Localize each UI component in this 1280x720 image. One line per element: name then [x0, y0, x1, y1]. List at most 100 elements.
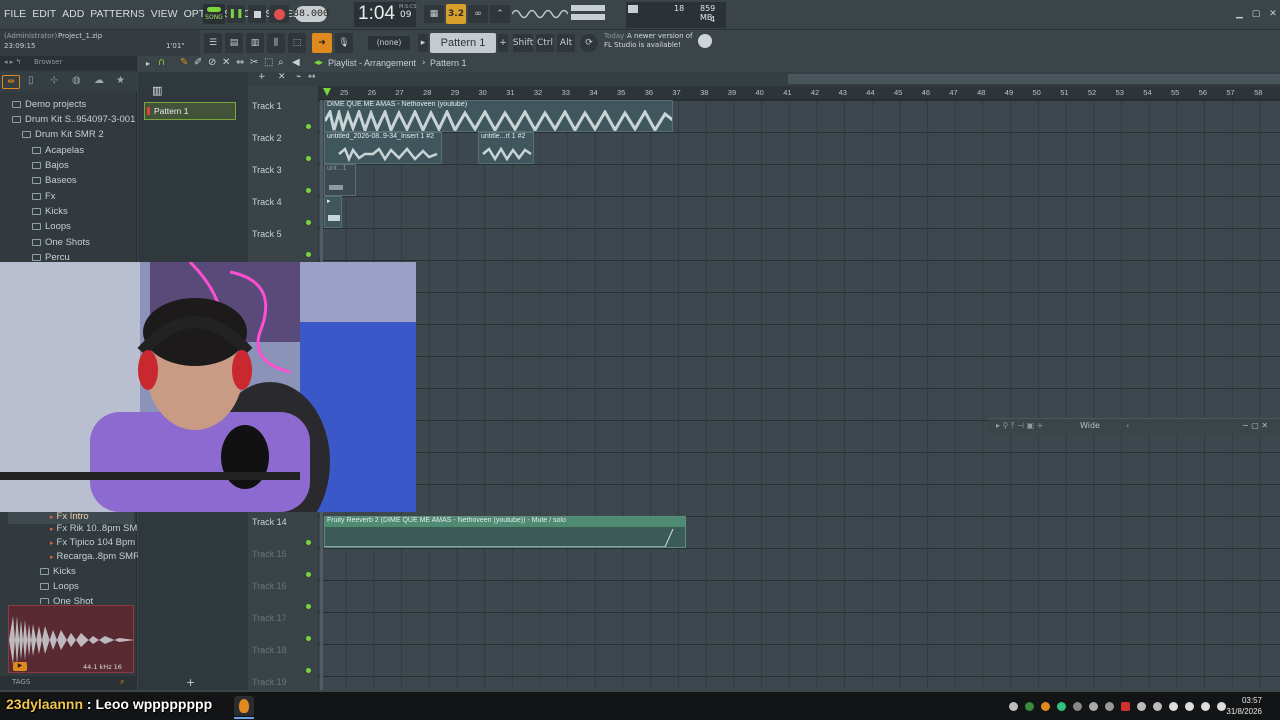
- playback-tool-icon[interactable]: ◀: [292, 57, 300, 68]
- browser-button[interactable]: ➜: [312, 33, 332, 53]
- clipboard-icon[interactable]: ▯: [28, 75, 34, 86]
- track-18-mute-led[interactable]: [306, 668, 311, 673]
- mixer-dropdown-icon[interactable]: ‹: [1126, 421, 1129, 430]
- add-track-icon[interactable]: +: [258, 72, 266, 82]
- track-1-label[interactable]: Track 1: [252, 101, 282, 111]
- mixer-button[interactable]: ⫼: [267, 33, 285, 53]
- maximize-icon[interactable]: ▢: [1252, 9, 1261, 19]
- channel-rack-button[interactable]: ▥: [246, 33, 264, 53]
- track-1-mute-led[interactable]: [306, 124, 311, 129]
- tray-app-icon[interactable]: [1025, 702, 1034, 711]
- tree-item-one-shot[interactable]: One Shot: [40, 596, 93, 604]
- battery-icon[interactable]: [1201, 702, 1210, 711]
- track-15-mute-led[interactable]: [306, 572, 311, 577]
- tray-app-icon[interactable]: [1041, 702, 1050, 711]
- select-tool-icon[interactable]: ⬚: [264, 57, 273, 68]
- fl-studio-taskbar-icon[interactable]: [234, 696, 254, 716]
- pattern-prev-button[interactable]: ▸: [418, 34, 428, 52]
- keyboard-layout-icon[interactable]: [1185, 702, 1194, 711]
- time-overview-bar[interactable]: [318, 72, 1280, 86]
- tray-app-icon[interactable]: [1073, 702, 1082, 711]
- remove-icon[interactable]: ✕: [278, 72, 286, 82]
- breadcrumb-pattern[interactable]: Pattern 1: [430, 58, 467, 68]
- audio-clip-track4[interactable]: ▸: [324, 196, 342, 228]
- audio-clip-track1[interactable]: DIME QUE ME AMAS - Nethoveen (youtube): [324, 100, 673, 132]
- track-16-label[interactable]: Track 16: [252, 581, 287, 591]
- mixer-tool-icons[interactable]: ▸ ⚲ ⤒ ⊣ ▣ +: [996, 421, 1043, 431]
- tray-app-icon[interactable]: [1009, 702, 1018, 711]
- shift-key-button[interactable]: Shift: [513, 34, 533, 52]
- plugin-database-icon[interactable]: ⊹: [50, 75, 58, 86]
- audio-clip-track2b[interactable]: untitle...rt 1 #2: [478, 132, 534, 164]
- automation-clip-track14[interactable]: Fruity Reeverb 2 (DIME QUE ME AMAS - Net…: [324, 516, 686, 548]
- track-14-label[interactable]: Track 14: [252, 517, 287, 527]
- track-5-label[interactable]: Track 5: [252, 229, 282, 239]
- master-volume-slider[interactable]: [571, 5, 605, 11]
- zoom-tool-icon[interactable]: ⌕: [278, 57, 284, 68]
- timeline-ruler[interactable]: 25 26 27 28 29 30 31 32 33 34 35 36 37 38 39 40 41 42 43 44…: [318, 86, 1280, 100]
- playlist-menu-arrow-icon[interactable]: ▸: [146, 59, 150, 68]
- news-text-line1[interactable]: A newer version of: [627, 32, 693, 40]
- paint-tool-icon[interactable]: ✐: [194, 57, 202, 68]
- piano-icon[interactable]: ▥: [152, 84, 162, 97]
- tray-app-icon[interactable]: [1057, 702, 1066, 711]
- menu-view[interactable]: VIEW: [151, 8, 178, 20]
- blend-notes-button[interactable]: ∞: [468, 5, 488, 23]
- typing-keyboard-button[interactable]: ▦: [424, 5, 444, 23]
- mixer-preset-label[interactable]: Wide: [1080, 421, 1100, 430]
- pat-song-toggle[interactable]: SONG: [203, 4, 225, 24]
- plugin-picker-button[interactable]: ⬚: [288, 33, 306, 53]
- pencil-tool-icon[interactable]: ✎: [180, 57, 188, 68]
- menu-edit[interactable]: EDIT: [32, 8, 56, 20]
- arrangement-grid[interactable]: [318, 86, 1280, 690]
- channel-selector[interactable]: (none): [368, 36, 410, 50]
- record-button[interactable]: [269, 5, 289, 23]
- track-3-label[interactable]: Track 3: [252, 165, 282, 175]
- mute-tool-icon[interactable]: ✕: [222, 57, 230, 68]
- slice-tool-icon[interactable]: ✂: [250, 57, 258, 68]
- tree-item-fx-intro[interactable]: ▸ Fx Intro: [50, 511, 89, 522]
- network-icon[interactable]: [1153, 702, 1162, 711]
- playlist-window-button[interactable]: ☰: [204, 33, 222, 53]
- sample-preview[interactable]: ▶ 44.1 kHz 16: [8, 605, 134, 673]
- tree-item-drum-kit-smr2[interactable]: Drum Kit SMR 2: [22, 129, 104, 140]
- volume-icon[interactable]: [1169, 702, 1178, 711]
- track-3-mute-led[interactable]: [306, 188, 311, 193]
- preview-play-icon[interactable]: ▶: [13, 662, 27, 671]
- play-pause-button[interactable]: ❚❚: [227, 5, 245, 23]
- add-pattern-button[interactable]: +: [498, 34, 508, 52]
- tree-item-acapelas[interactable]: Acapelas: [32, 145, 84, 156]
- track-4-label[interactable]: Track 4: [252, 197, 282, 207]
- audio-clip-track2a[interactable]: untitled_2026-08..9-34_Insert 1 #2: [324, 132, 442, 164]
- ctrl-key-button[interactable]: Ctrl: [536, 34, 554, 52]
- master-pitch-slider[interactable]: [571, 14, 605, 20]
- tree-item-fx-rik[interactable]: ▸ Fx Rik 10..8pm SMR: [50, 523, 144, 534]
- audio-clip-track3[interactable]: unt...1: [324, 164, 356, 196]
- mixer-window-controls[interactable]: − ▢ ✕: [1242, 421, 1268, 430]
- tray-app-icon[interactable]: [1121, 702, 1130, 711]
- browser-nav-icons[interactable]: ◂ ▸ ↰: [4, 58, 21, 66]
- track-19-label[interactable]: Track 19: [252, 677, 287, 687]
- tags-label[interactable]: TAGS: [12, 678, 30, 686]
- horizontal-scrollbar[interactable]: [788, 74, 1280, 84]
- menu-file[interactable]: FILE: [4, 8, 26, 20]
- menu-patterns[interactable]: PATTERNS: [90, 8, 144, 20]
- tree-item-baseos[interactable]: Baseos: [32, 175, 77, 186]
- stop-button[interactable]: [248, 5, 266, 23]
- arrows-icon[interactable]: ↔: [308, 72, 316, 82]
- alt-key-button[interactable]: Alt: [557, 34, 575, 52]
- tray-app-icon[interactable]: [1089, 702, 1098, 711]
- star-icon[interactable]: ★: [116, 75, 125, 86]
- tree-item-fx-tipico[interactable]: ▸ Fx Tipico 104 Bpm: [50, 537, 135, 548]
- taskbar-clock[interactable]: 03:57 31/8/2026: [1226, 695, 1262, 717]
- tree-item-one-shots[interactable]: One Shots: [32, 237, 90, 248]
- news-button[interactable]: ⟳: [580, 34, 598, 52]
- minimize-icon[interactable]: ▁: [1236, 9, 1243, 19]
- track-2-label[interactable]: Track 2: [252, 133, 282, 143]
- close-icon[interactable]: ✕: [1269, 9, 1277, 19]
- tree-item-drum-kit-s[interactable]: Drum Kit S..954097-3-001: [12, 114, 135, 125]
- tempo-display[interactable]: 88.000: [293, 6, 329, 22]
- track-16-mute-led[interactable]: [306, 604, 311, 609]
- piano-roll-button[interactable]: ▤: [225, 33, 243, 53]
- history-icon[interactable]: ◍: [72, 75, 81, 86]
